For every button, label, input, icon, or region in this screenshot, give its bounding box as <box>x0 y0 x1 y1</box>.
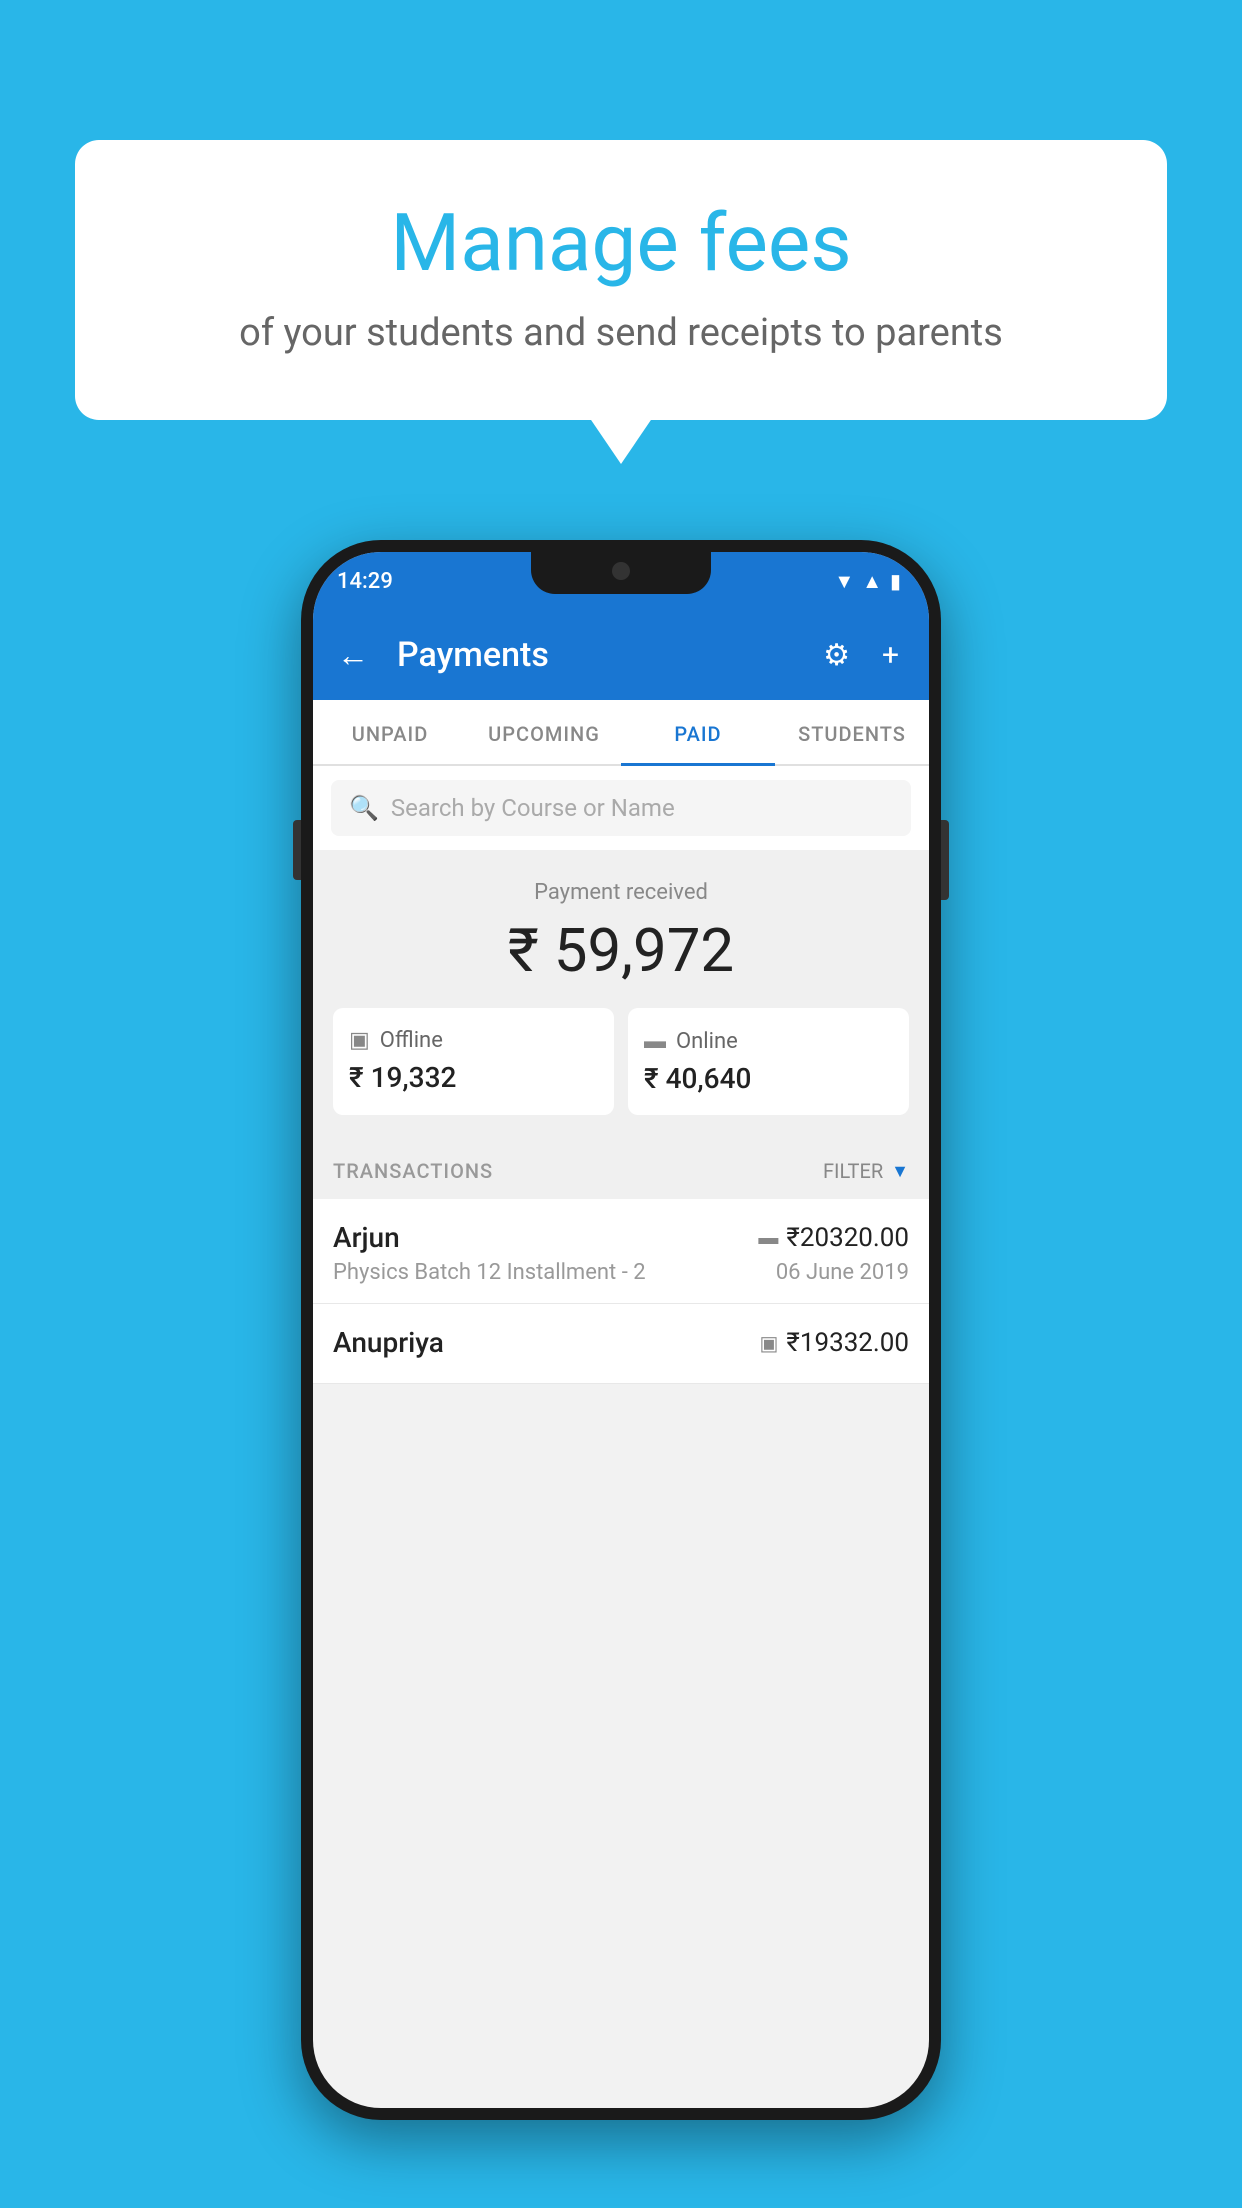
search-container: 🔍 Search by Course or Name <box>313 766 929 850</box>
table-row[interactable]: Anupriya ▣ ₹19332.00 <box>313 1304 929 1384</box>
offline-amount: ₹ 19,332 <box>349 1061 456 1094</box>
transactions-header: TRANSACTIONS FILTER ▼ <box>313 1139 929 1199</box>
payment-label: Payment received <box>333 880 909 905</box>
payment-section: Payment received ₹ 59,972 ▣ Offline ₹ 19… <box>313 850 929 1139</box>
signal-icon: ▲ <box>862 569 882 594</box>
transaction-name-2: Anupriya <box>333 1326 444 1359</box>
transaction-amount-row-1: ▬ ₹20320.00 <box>758 1223 909 1253</box>
bubble-title: Manage fees <box>135 195 1107 291</box>
phone-notch <box>531 552 711 594</box>
transaction-bottom-1: Physics Batch 12 Installment - 2 06 June… <box>333 1260 909 1285</box>
search-icon: 🔍 <box>349 794 379 822</box>
phone-screen: 14:29 ▼ ▲ ▮ ← Payments ⚙ + UNPAID UPCOMI… <box>313 552 929 2108</box>
online-amount: ₹ 40,640 <box>644 1062 751 1095</box>
offline-icon: ▣ <box>349 1028 370 1053</box>
transaction-name-1: Arjun <box>333 1221 400 1254</box>
filter-icon: ▼ <box>891 1161 909 1182</box>
bubble-subtitle: of your students and send receipts to pa… <box>135 311 1107 355</box>
side-button-right <box>941 820 949 900</box>
offline-card-header: ▣ Offline <box>349 1028 443 1053</box>
add-button[interactable]: + <box>876 634 905 677</box>
transactions-label: TRANSACTIONS <box>333 1159 493 1183</box>
transaction-date-1: 06 June 2019 <box>776 1260 909 1285</box>
filter-label: FILTER <box>823 1159 883 1183</box>
transaction-desc-1: Physics Batch 12 Installment - 2 <box>333 1260 646 1285</box>
phone-frame: 14:29 ▼ ▲ ▮ ← Payments ⚙ + UNPAID UPCOMI… <box>301 540 941 2120</box>
settings-button[interactable]: ⚙ <box>817 634 856 677</box>
tabs-bar: UNPAID UPCOMING PAID STUDENTS <box>313 700 929 766</box>
online-label: Online <box>676 1029 738 1054</box>
search-box[interactable]: 🔍 Search by Course or Name <box>331 780 911 836</box>
wifi-icon: ▼ <box>834 569 854 594</box>
offline-label: Offline <box>380 1028 443 1053</box>
camera <box>612 562 630 580</box>
transaction-amount-2: ₹19332.00 <box>786 1328 909 1358</box>
offline-card: ▣ Offline ₹ 19,332 <box>333 1008 614 1115</box>
status-time: 14:29 <box>337 569 393 594</box>
online-card-header: ▬ Online <box>644 1028 738 1054</box>
tab-students[interactable]: STUDENTS <box>775 700 929 764</box>
transaction-amount-row-2: ▣ ₹19332.00 <box>760 1328 910 1358</box>
transaction-top-2: Anupriya ▣ ₹19332.00 <box>333 1326 909 1359</box>
payment-cards: ▣ Offline ₹ 19,332 ▬ Online ₹ 40,640 <box>333 1008 909 1115</box>
online-icon: ▬ <box>644 1028 666 1054</box>
status-icons: ▼ ▲ ▮ <box>834 569 901 594</box>
side-button-left <box>293 820 301 880</box>
filter-button[interactable]: FILTER ▼ <box>823 1159 909 1183</box>
online-card: ▬ Online ₹ 40,640 <box>628 1008 909 1115</box>
transaction-amount-1: ₹20320.00 <box>786 1223 909 1253</box>
search-input[interactable]: Search by Course or Name <box>391 794 675 822</box>
app-bar-title: Payments <box>397 635 797 675</box>
payment-total-amount: ₹ 59,972 <box>333 915 909 986</box>
speech-bubble: Manage fees of your students and send re… <box>75 140 1167 420</box>
back-button[interactable]: ← <box>337 636 369 674</box>
tab-unpaid[interactable]: UNPAID <box>313 700 467 764</box>
tab-upcoming[interactable]: UPCOMING <box>467 700 621 764</box>
transaction-type-icon-1: ▬ <box>758 1225 778 1250</box>
table-row[interactable]: Arjun ▬ ₹20320.00 Physics Batch 12 Insta… <box>313 1199 929 1304</box>
tab-paid[interactable]: PAID <box>621 700 775 764</box>
app-bar: ← Payments ⚙ + <box>313 610 929 700</box>
transaction-top-1: Arjun ▬ ₹20320.00 <box>333 1221 909 1254</box>
transaction-type-icon-2: ▣ <box>760 1331 779 1355</box>
battery-icon: ▮ <box>890 569 901 593</box>
